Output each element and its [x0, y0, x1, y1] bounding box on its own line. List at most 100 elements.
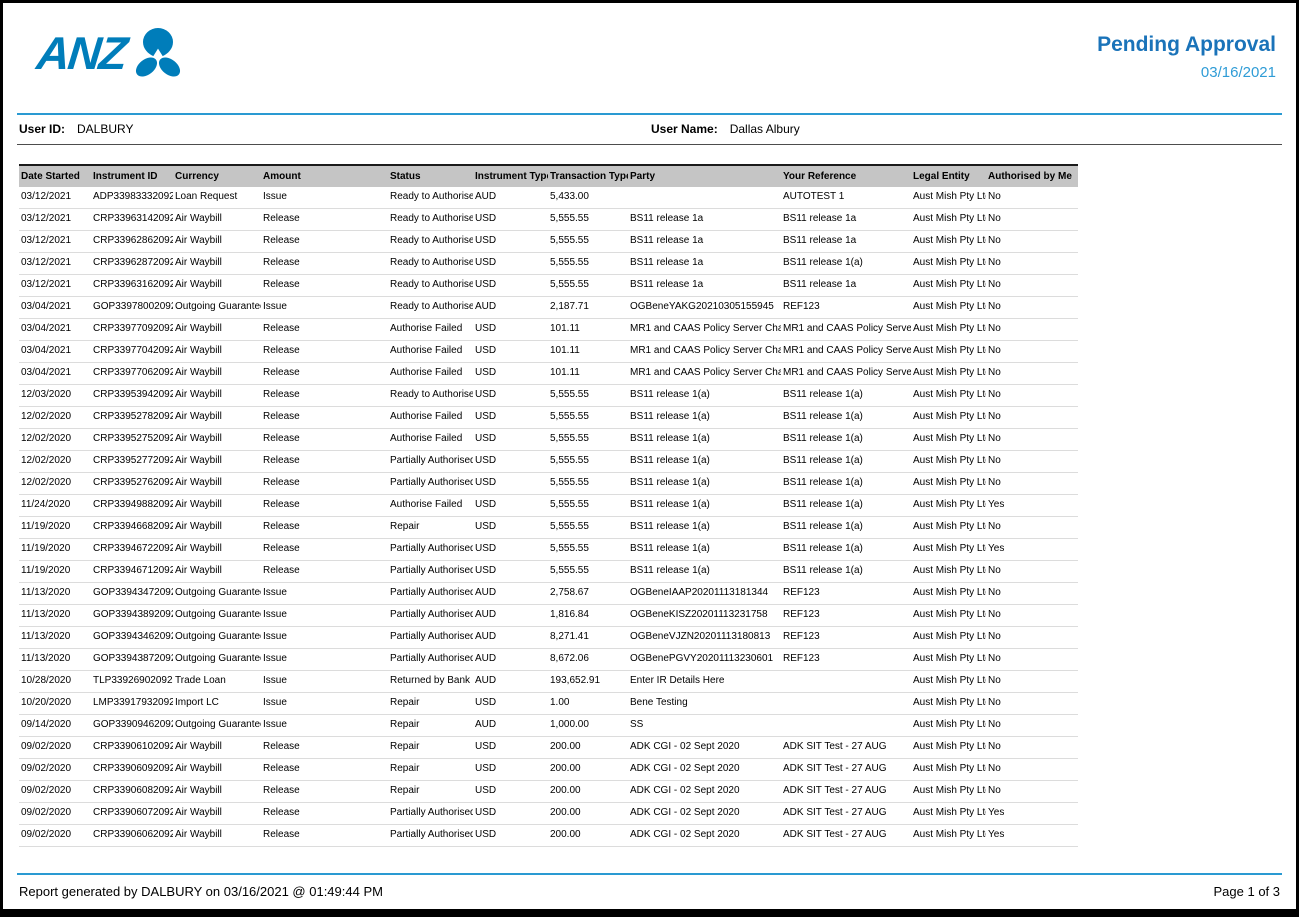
user-info-row: User ID:DALBURY User Name:Dallas Albury: [17, 115, 1282, 145]
table-cell: Release: [261, 737, 388, 759]
table-cell: USD: [473, 231, 548, 253]
table-cell: No: [986, 385, 1078, 407]
column-header: Date Started: [19, 165, 91, 187]
table-cell: Aust Mish Pty Ltd: [911, 803, 986, 825]
user-name-label: User Name:: [651, 122, 718, 136]
table-cell: AUD: [473, 297, 548, 319]
column-header: Your Reference: [781, 165, 911, 187]
table-row: 03/04/2021GOP33978002092Outgoing Guarant…: [19, 297, 1078, 319]
table-cell: BS11 release 1(a): [628, 451, 781, 473]
table-cell: 5,555.55: [548, 429, 628, 451]
table-cell: Aust Mish Pty Ltd: [911, 539, 986, 561]
table-cell: Partially Authorised: [388, 473, 473, 495]
table-cell: Release: [261, 209, 388, 231]
table-cell: 09/02/2020: [19, 759, 91, 781]
table-cell: MR1 and CAAS Policy Server Cha: [781, 341, 911, 363]
table-row: 03/04/2021CRP33977062092Air WaybillRelea…: [19, 363, 1078, 385]
report-table-header-row: Date StartedInstrument IDCurrencyAmountS…: [19, 165, 1078, 187]
table-cell: OGBeneIAAP20201113181344: [628, 583, 781, 605]
table-cell: REF123: [781, 583, 911, 605]
table-cell: No: [986, 253, 1078, 275]
table-cell: CRP33963162092: [91, 275, 173, 297]
table-cell: 8,672.06: [548, 649, 628, 671]
table-cell: BS11 release 1a: [781, 275, 911, 297]
table-cell: No: [986, 319, 1078, 341]
table-cell: CRP33906102092: [91, 737, 173, 759]
table-cell: No: [986, 715, 1078, 737]
table-cell: Release: [261, 759, 388, 781]
table-cell: Aust Mish Pty Ltd: [911, 451, 986, 473]
table-cell: [781, 715, 911, 737]
table-cell: 200.00: [548, 825, 628, 847]
table-cell: ADK SIT Test - 27 AUG: [781, 803, 911, 825]
table-cell: Air Waybill: [173, 495, 261, 517]
table-cell: Aust Mish Pty Ltd: [911, 341, 986, 363]
table-cell: BS11 release 1(a): [628, 473, 781, 495]
table-cell: BS11 release 1(a): [781, 429, 911, 451]
table-cell: USD: [473, 275, 548, 297]
table-cell: 10/20/2020: [19, 693, 91, 715]
table-cell: BS11 release 1a: [628, 231, 781, 253]
table-cell: CRP33946712092: [91, 561, 173, 583]
table-cell: 101.11: [548, 363, 628, 385]
table-cell: Yes: [986, 825, 1078, 847]
table-cell: Trade Loan: [173, 671, 261, 693]
table-cell: Air Waybill: [173, 429, 261, 451]
table-cell: Aust Mish Pty Ltd: [911, 495, 986, 517]
table-cell: Aust Mish Pty Ltd: [911, 209, 986, 231]
table-cell: CRP33906062092: [91, 825, 173, 847]
table-cell: No: [986, 583, 1078, 605]
table-cell: USD: [473, 495, 548, 517]
table-cell: 03/12/2021: [19, 187, 91, 209]
table-cell: ADK CGI - 02 Sept 2020: [628, 825, 781, 847]
table-cell: No: [986, 275, 1078, 297]
table-cell: CRP33906092092: [91, 759, 173, 781]
table-cell: AUTOTEST 1: [781, 187, 911, 209]
table-cell: ADK SIT Test - 27 AUG: [781, 737, 911, 759]
table-cell: 5,555.55: [548, 385, 628, 407]
table-cell: OGBeneVJZN20201113180813: [628, 627, 781, 649]
table-cell: MR1 and CAAS Policy Server Cha: [781, 363, 911, 385]
table-cell: Aust Mish Pty Ltd: [911, 737, 986, 759]
table-cell: USD: [473, 693, 548, 715]
table-cell: Outgoing Guarantee: [173, 583, 261, 605]
table-cell: ADK CGI - 02 Sept 2020: [628, 781, 781, 803]
table-cell: Outgoing Guarantee: [173, 297, 261, 319]
table-cell: 200.00: [548, 759, 628, 781]
table-cell: Release: [261, 451, 388, 473]
table-cell: No: [986, 209, 1078, 231]
table-cell: No: [986, 363, 1078, 385]
table-cell: Release: [261, 363, 388, 385]
table-cell: Release: [261, 561, 388, 583]
table-cell: Air Waybill: [173, 275, 261, 297]
table-cell: Ready to Authorise: [388, 253, 473, 275]
table-row: 11/19/2020CRP33946722092Air WaybillRelea…: [19, 539, 1078, 561]
table-row: 03/12/2021ADP33983332092Loan RequestIssu…: [19, 187, 1078, 209]
table-cell: Aust Mish Pty Ltd: [911, 385, 986, 407]
column-header: Transaction Type: [548, 165, 628, 187]
table-cell: Partially Authorised: [388, 451, 473, 473]
table-cell: Air Waybill: [173, 781, 261, 803]
table-cell: USD: [473, 825, 548, 847]
table-cell: BS11 release 1a: [628, 275, 781, 297]
table-cell: Repair: [388, 715, 473, 737]
table-cell: 12/02/2020: [19, 451, 91, 473]
table-cell: 03/12/2021: [19, 209, 91, 231]
table-cell: Partially Authorised: [388, 539, 473, 561]
table-cell: Air Waybill: [173, 231, 261, 253]
table-row: 11/19/2020CRP33946682092Air WaybillRelea…: [19, 517, 1078, 539]
table-cell: No: [986, 649, 1078, 671]
column-header: Amount: [261, 165, 388, 187]
table-cell: Air Waybill: [173, 451, 261, 473]
table-cell: AUD: [473, 627, 548, 649]
table-row: 11/13/2020GOP33943892092Outgoing Guarant…: [19, 605, 1078, 627]
table-cell: 2,758.67: [548, 583, 628, 605]
table-cell: 09/02/2020: [19, 825, 91, 847]
column-header: Party: [628, 165, 781, 187]
table-cell: Yes: [986, 803, 1078, 825]
table-cell: USD: [473, 539, 548, 561]
table-cell: No: [986, 693, 1078, 715]
table-cell: 5,555.55: [548, 275, 628, 297]
table-cell: 101.11: [548, 341, 628, 363]
table-cell: 11/19/2020: [19, 561, 91, 583]
